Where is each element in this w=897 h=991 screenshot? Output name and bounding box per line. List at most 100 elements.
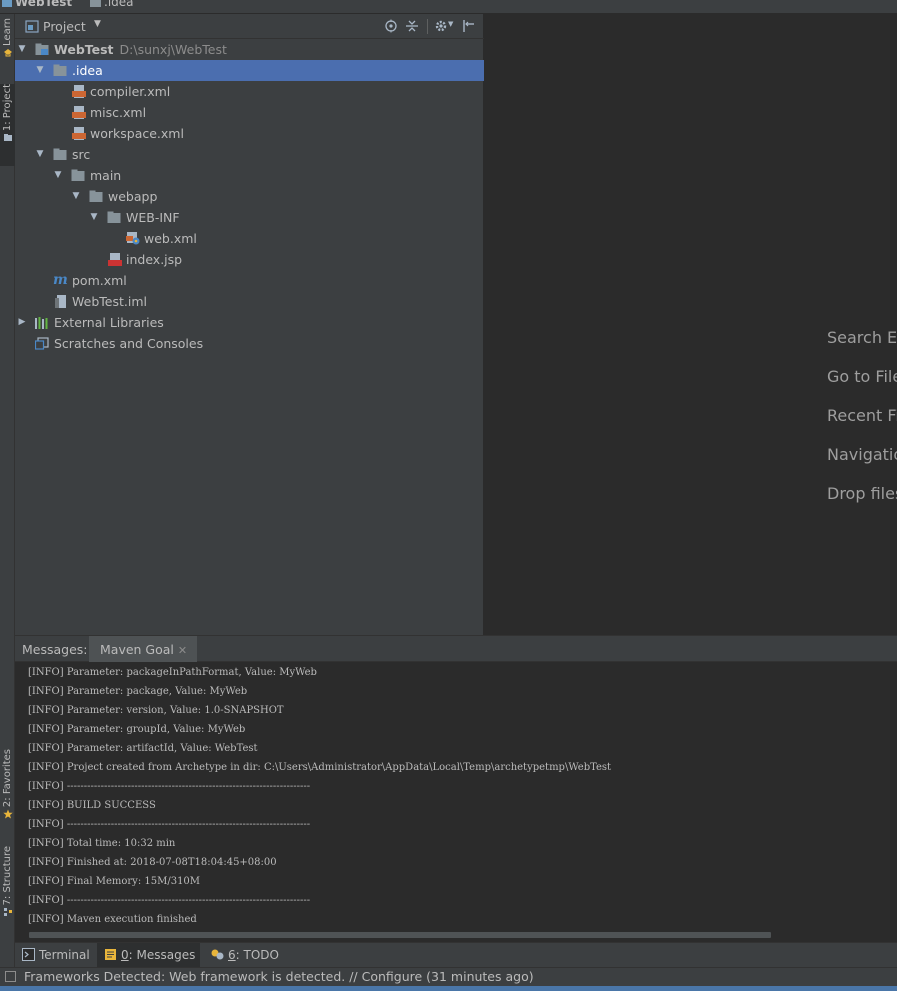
project-toolbar: Project ▼ ▼ — [15, 14, 484, 39]
tree-row-compiler-xml[interactable]: compiler.xml — [15, 81, 484, 102]
chevron-down-icon[interactable]: ▼ — [94, 19, 101, 29]
tab-todo-label: : TODO — [235, 948, 279, 962]
tree-label-webapp: webapp — [108, 189, 158, 204]
status-message[interactable]: Frameworks Detected: Web framework is de… — [24, 969, 534, 984]
tab-maven-goal-label: Maven Goal — [100, 642, 174, 657]
tab-todo[interactable]: 6: TODO — [204, 943, 284, 967]
tab-terminal-label: Terminal — [39, 948, 90, 962]
tab-structure[interactable]: 7: Structure — [0, 846, 15, 936]
log-line: [INFO] ---------------------------------… — [28, 819, 311, 830]
module-folder-icon — [35, 43, 49, 55]
tree-row-main[interactable]: ▼ main — [15, 165, 484, 186]
tab-favorites[interactable]: 2: Favorites — [0, 749, 15, 839]
collapsed-arrow-icon[interactable]: ▶ — [16, 312, 28, 333]
hint-drop-files: Drop files — [827, 484, 897, 503]
tree-label-scratches: Scratches and Consoles — [54, 336, 204, 351]
folder-icon — [90, 0, 101, 7]
structure-icon — [3, 908, 12, 917]
scratches-icon — [35, 337, 49, 350]
tree-label-main: main — [90, 168, 122, 183]
iml-file-icon — [55, 295, 66, 308]
gear-dropdown-icon[interactable]: ▼ — [448, 20, 453, 28]
maven-icon: m — [53, 272, 68, 288]
tree-label-web-inf: WEB-INF — [126, 210, 180, 225]
log-line: [INFO] Total time: 10:32 min — [28, 838, 176, 849]
editor-empty-area: Search Ev Go to File Recent Fi Navigatio… — [484, 14, 897, 635]
close-icon[interactable]: ✕ — [178, 644, 187, 657]
tree-row-webapp[interactable]: ▼ webapp — [15, 186, 484, 207]
log-line: [INFO] Final Memory: 15M/310M — [28, 876, 201, 887]
expanded-arrow-icon[interactable]: ▼ — [70, 186, 82, 207]
tree-row-web-inf[interactable]: ▼ WEB-INF — [15, 207, 484, 228]
breadcrumb-folder[interactable]: .idea — [90, 0, 134, 9]
log-line: [INFO] Parameter: packageInPathFormat, V… — [28, 667, 317, 678]
messages-icon — [105, 949, 116, 960]
tree-label-compiler-xml: compiler.xml — [90, 84, 171, 99]
tab-project[interactable]: 1: Project — [0, 84, 15, 166]
scroll-from-source-icon[interactable] — [384, 19, 398, 33]
horizontal-scrollbar[interactable] — [29, 932, 771, 938]
expanded-arrow-icon[interactable]: ▼ — [88, 207, 100, 228]
xml-file-icon — [72, 106, 86, 119]
folder-icon — [89, 190, 103, 202]
folder-icon — [53, 64, 67, 76]
hide-panel-icon[interactable] — [461, 19, 475, 33]
web-xml-icon — [126, 232, 140, 245]
jsp-file-icon — [108, 253, 122, 266]
project-name: WebTest — [54, 42, 114, 57]
gear-icon[interactable] — [434, 19, 448, 33]
tree-row-index-jsp[interactable]: index.jsp — [15, 249, 484, 270]
messages-console: [INFO] Parameter: packageInPathFormat, V… — [15, 662, 897, 942]
tab-project-label: 1: Project — [1, 84, 13, 132]
tab-messages-mnemonic: 0 — [121, 948, 129, 962]
hint-navigation-bar: Navigatio — [827, 445, 897, 464]
expanded-arrow-icon[interactable]: ▼ — [34, 144, 46, 165]
navigation-bar: WebTest .idea — [0, 0, 897, 14]
tree-row-web-xml[interactable]: web.xml — [15, 228, 484, 249]
tab-structure-label: 7: Structure — [1, 846, 13, 906]
expanded-arrow-icon[interactable]: ▼ — [52, 165, 64, 186]
log-line: [INFO] Parameter: groupId, Value: MyWeb — [28, 724, 246, 735]
tree-label-idea: .idea — [72, 63, 103, 78]
toggle-tool-windows-icon[interactable] — [5, 971, 16, 982]
xml-file-icon — [72, 85, 86, 98]
tab-todo-mnemonic: 6 — [228, 948, 236, 962]
xml-file-icon — [72, 127, 86, 140]
log-line: [INFO] ---------------------------------… — [28, 781, 311, 792]
tab-favorites-label: 2: Favorites — [1, 749, 13, 808]
tree-row-idea[interactable]: ▼ .idea — [15, 60, 484, 81]
breadcrumb-project-label: WebTest — [15, 0, 73, 9]
tree-row-misc-xml[interactable]: misc.xml — [15, 102, 484, 123]
tree-label-workspace-xml: workspace.xml — [90, 126, 184, 141]
tab-maven-goal[interactable]: Maven Goal ✕ — [89, 636, 198, 662]
breadcrumb-project[interactable]: WebTest — [2, 0, 72, 9]
project-view-selector[interactable]: Project — [43, 19, 86, 34]
folder-icon — [71, 169, 85, 181]
star-icon — [2, 809, 13, 819]
expanded-arrow-icon[interactable]: ▼ — [16, 39, 28, 60]
tree-label-webtest-iml: WebTest.iml — [72, 294, 147, 309]
module-icon — [2, 0, 12, 7]
tree-row-external-libraries[interactable]: ▶ External Libraries — [15, 312, 484, 333]
bottom-tool-tabs: Terminal 0: Messages 6: TODO — [15, 942, 897, 967]
tab-terminal[interactable]: Terminal — [15, 943, 96, 967]
tab-messages[interactable]: 0: Messages — [97, 943, 200, 967]
tree-row-webtest[interactable]: ▼ WebTest D:\sunxj\WebTest — [15, 39, 484, 60]
log-line: [INFO] Parameter: version, Value: 1.0-SN… — [28, 705, 284, 716]
tree-row-scratches[interactable]: Scratches and Consoles — [15, 333, 484, 354]
tab-learn[interactable]: Learn — [0, 18, 15, 80]
toolbar-divider — [427, 19, 428, 34]
expanded-arrow-icon[interactable]: ▼ — [34, 60, 46, 81]
tree-row-src[interactable]: ▼ src — [15, 144, 484, 165]
tree-row-webtest-iml[interactable]: WebTest.iml — [15, 291, 484, 312]
project-tool-window: Project ▼ ▼ ▼ WebTest D:\sunxj\WebTest ▼ … — [15, 14, 484, 635]
tree-label-src: src — [72, 147, 91, 162]
tree-row-workspace-xml[interactable]: workspace.xml — [15, 123, 484, 144]
tree-label-misc-xml: misc.xml — [90, 105, 147, 120]
collapse-all-icon[interactable] — [405, 19, 419, 33]
tree-row-pom-xml[interactable]: m pom.xml — [15, 270, 484, 291]
os-taskbar-edge — [0, 986, 897, 991]
log-line: [INFO] Finished at: 2018-07-08T18:04:45+… — [28, 857, 277, 868]
folder-icon — [53, 148, 67, 160]
graduation-cap-icon — [3, 48, 12, 57]
